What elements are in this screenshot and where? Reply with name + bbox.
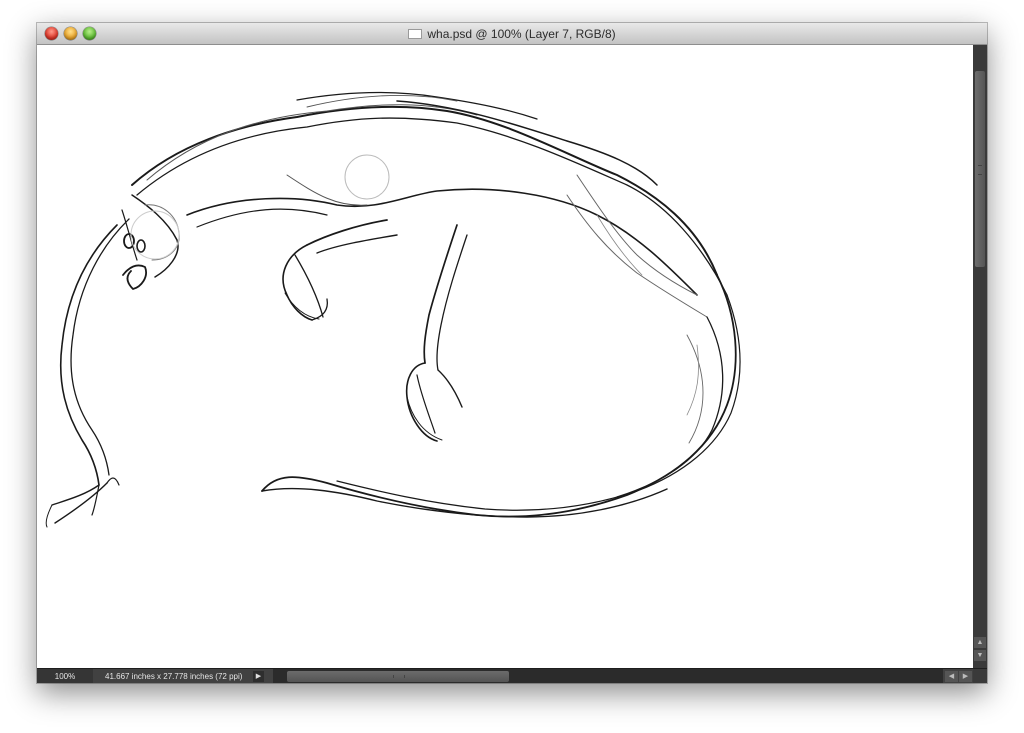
zoom-level-field[interactable]: 100% (37, 669, 93, 683)
vertical-scrollbar[interactable]: ▲ ▼ (973, 45, 987, 668)
resize-grip-icon[interactable] (973, 669, 987, 683)
scroll-grip-icon (978, 165, 982, 175)
status-menu-arrow-icon[interactable]: ▶ (253, 671, 264, 682)
vertical-scroll-thumb[interactable] (975, 71, 985, 267)
window-title-group: wha.psd @ 100% (Layer 7, RGB/8) (37, 23, 987, 44)
scroll-up-arrow-icon[interactable]: ▲ (974, 637, 986, 648)
canvas[interactable] (37, 45, 973, 668)
document-proxy-icon[interactable] (408, 28, 423, 39)
document-window: wha.psd @ 100% (Layer 7, RGB/8) ▲ ▼ 100%… (37, 23, 987, 683)
scroll-left-arrow-icon[interactable]: ◀ (945, 671, 958, 682)
status-bar: 100% 41.667 inches x 27.778 inches (72 p… (37, 668, 987, 683)
sketch-drawing (45, 91, 741, 528)
window-title: wha.psd @ 100% (Layer 7, RGB/8) (427, 26, 616, 41)
scroll-right-arrow-icon[interactable]: ▶ (959, 671, 972, 682)
horizontal-scrollbar[interactable] (273, 669, 943, 683)
title-bar[interactable]: wha.psd @ 100% (Layer 7, RGB/8) (37, 23, 987, 45)
document-info: 41.667 inches x 27.778 inches (72 ppi) (105, 672, 243, 681)
scroll-down-arrow-icon[interactable]: ▼ (974, 650, 986, 661)
scroll-grip-icon (393, 675, 405, 678)
horizontal-scroll-thumb[interactable] (287, 671, 509, 682)
